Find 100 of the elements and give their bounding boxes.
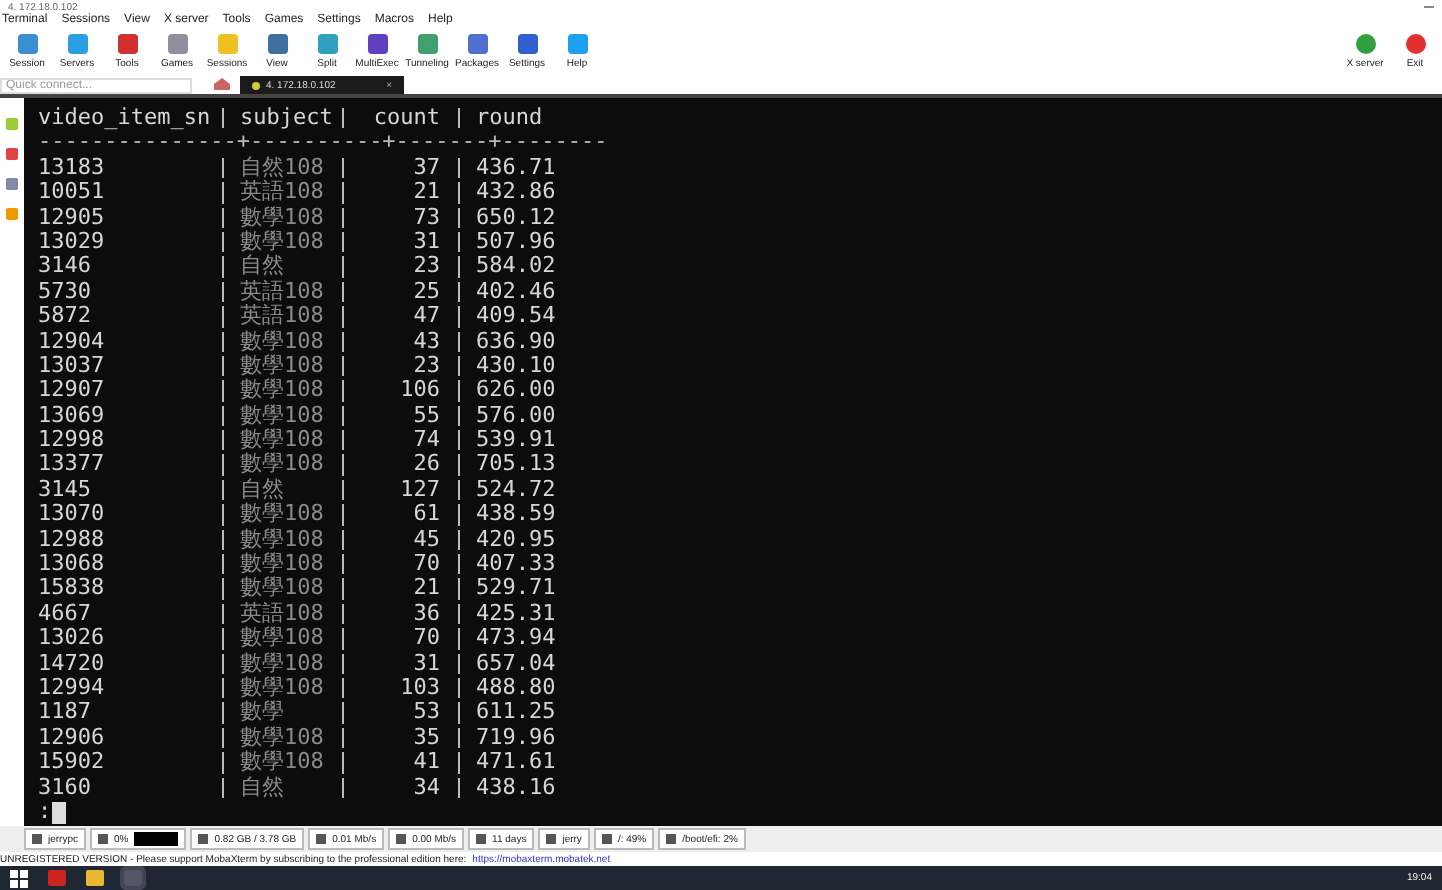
table-cell-text: 13069 [38,403,107,429]
table-cell-text: 3160 [38,775,93,800]
table-cell-text: 13037 [38,353,107,379]
table-cell-text: 407.33 [474,552,556,577]
separator-line: ---------------+----------+-------+-------- [38,130,608,156]
table-cell-text: 自然 [238,477,286,502]
table-cell-text: 41 [411,750,442,776]
table-cell-text: 12907 [38,378,107,404]
app-icon [365,32,389,56]
table-cell-text: 5872 [38,304,93,330]
table-cell-text: 數學108 [238,750,326,776]
app-icon [165,32,189,56]
table-cell-text: 英語108 [238,304,326,330]
taskbar-app-icon[interactable] [86,870,104,886]
table-cell-text: 37 [411,155,442,181]
table-cell-text: 47 [411,304,442,330]
table-cell-text: 636.90 [474,329,556,354]
app-icon [315,32,339,56]
sidebar-icon[interactable] [6,148,18,160]
status-icon [98,834,109,844]
sidebar-icon[interactable] [6,118,18,130]
table-cell-text: 103 [398,675,442,701]
table-cell-text: 436.71 [474,155,556,181]
table-cell-text: 13029 [38,229,107,255]
table-cell-text: 14720 [38,651,107,676]
table-cell-text: 657.04 [474,651,556,676]
table-cell-text: 英語108 [238,279,326,304]
column-header: video_item_sn [38,106,213,131]
table-cell-text: 55 [411,403,442,429]
table-cell-text: 529.71 [474,576,556,602]
table-cell-text: 數學108 [238,403,326,428]
table-cell-text: 數學108 [238,552,326,577]
table-cell-text: 數學108 [238,626,326,652]
table-cell-text: 576.00 [474,403,556,429]
table-cell-text: 3146 [38,254,93,280]
table-cell-text: 438.16 [474,775,556,800]
table-cell-text: 數學108 [238,576,326,602]
table-cell-text: 15902 [38,750,107,776]
table-cell-text: 127 [398,477,442,503]
table-cell-text: 425.31 [474,601,556,627]
cpu-graph [134,832,179,846]
table-cell-text: 43 [411,329,442,354]
table-cell-text: 26 [411,452,442,478]
table-cell-text: 584.02 [474,254,556,280]
table-cell-text: 488.80 [474,675,556,701]
table-cell-text: 611.25 [474,700,556,726]
table-cell-text: 402.46 [474,279,556,305]
table-cell-text: 5730 [38,279,93,305]
table-cell-text: 106 [398,378,442,404]
table-cell-text: 650.12 [474,205,556,230]
table-cell-text: 12988 [38,527,107,553]
table-cell-text: 21 [411,180,442,206]
table-cell-text: 70 [411,552,442,577]
app-icon [1403,32,1427,56]
column-header: count [371,106,442,131]
table-cell-text: 23 [411,254,442,280]
table-cell-text: 31 [411,651,442,676]
table-cell-text: 473.94 [474,626,556,652]
sidebar-icon[interactable] [6,178,18,190]
table-cell-text: 45 [411,527,442,553]
table-cell-text: 35 [411,725,442,751]
table-cell-text: 61 [411,502,442,528]
taskbar-app-icon[interactable] [48,870,66,886]
table-cell-text: 70 [411,626,442,652]
table-cell-text: 719.96 [474,725,556,751]
table-cell-text: 13377 [38,452,107,478]
table-cell-text: 31 [411,229,442,255]
status-icon [396,834,407,844]
table-cell-text: 英語108 [238,180,326,206]
app-icon [65,32,89,56]
table-cell-text: 524.72 [474,477,556,503]
app-icon [265,32,289,56]
table-cell-text: 21 [411,576,442,602]
table-cell-text: 12994 [38,675,107,701]
windows-icon[interactable] [10,869,28,887]
table-cell-text: 409.54 [474,304,556,330]
table-cell-text: 英語108 [238,601,326,626]
table-cell-text: 數學108 [238,502,326,528]
table-cell-text: 數學108 [238,651,326,676]
table-cell-text: 12905 [38,205,107,230]
table-cell-text: 432.86 [474,180,556,206]
table-cell-text: 數學108 [238,428,326,453]
table-cell-text: 430.10 [474,353,556,379]
table-cell-text: 數學108 [238,452,326,478]
app-icon [515,32,539,56]
table-cell-text: 3145 [38,477,93,503]
table-cell-text: 數學108 [238,675,326,700]
app-icon [15,32,39,56]
table-cell-text: 471.61 [474,750,556,776]
table-cell-text: 12906 [38,725,107,751]
table-cell-text: 13070 [38,502,107,528]
table-cell-text: 12998 [38,428,107,453]
minimize-icon[interactable] [1424,5,1434,9]
table-cell-text: 15838 [38,576,107,602]
table-cell-text: 73 [411,205,442,230]
table-cell-text: 數學 [238,700,286,726]
table-cell-text: 626.00 [474,378,556,404]
app-icon [115,32,139,56]
sidebar-icon[interactable] [6,208,18,220]
table-cell-text: 438.59 [474,502,556,528]
